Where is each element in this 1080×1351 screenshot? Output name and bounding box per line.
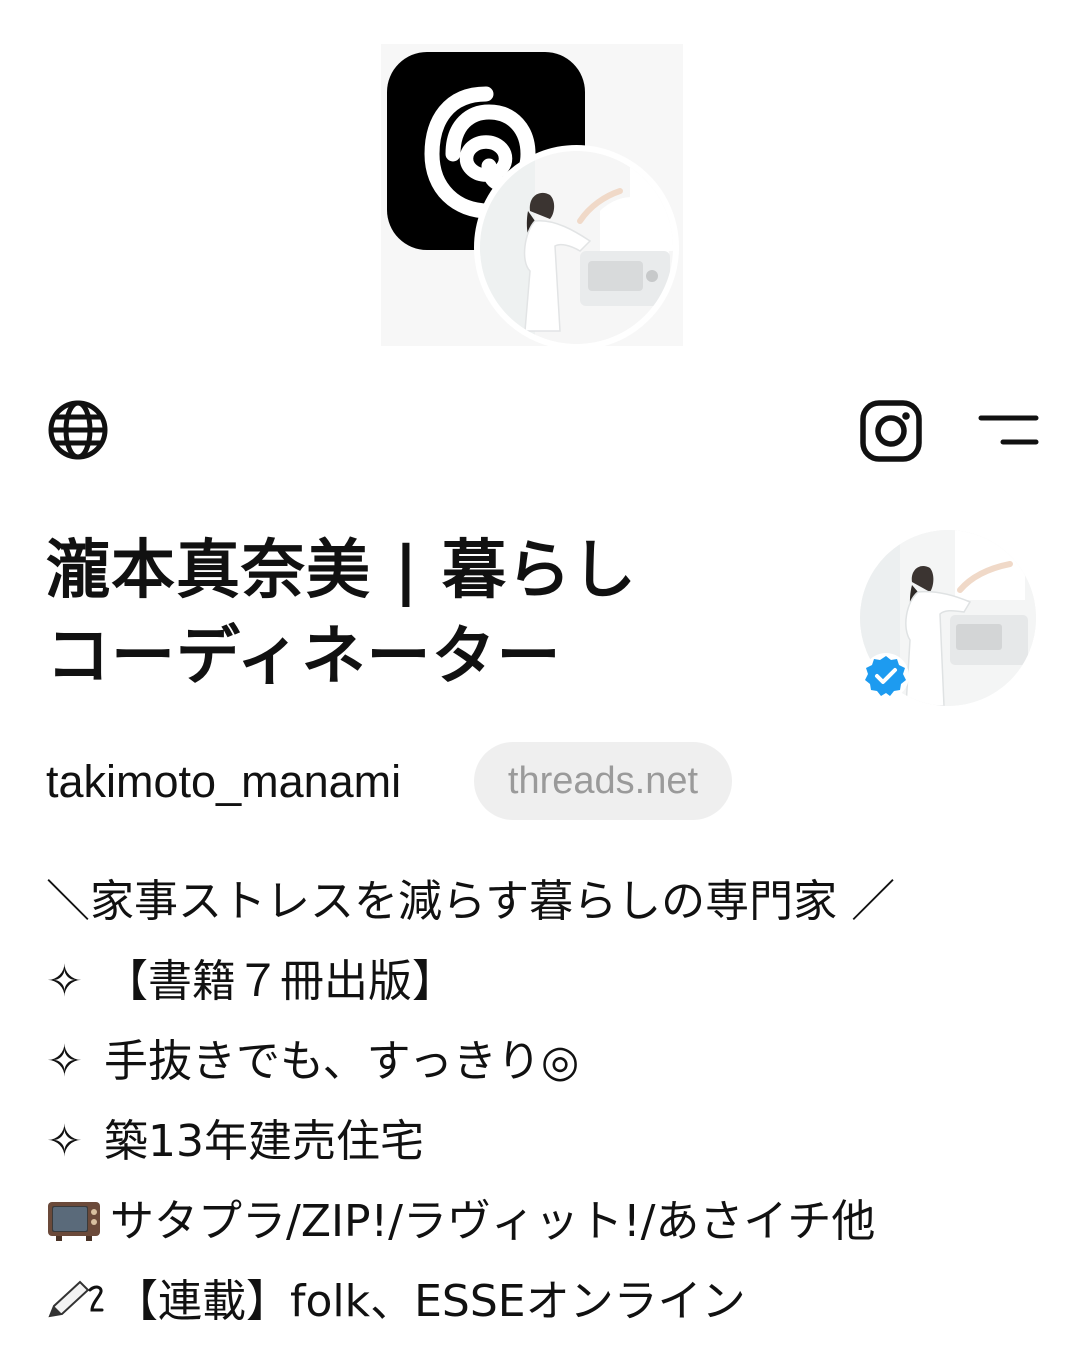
profile-display-name: 瀧本真奈美 | 暮らし コーディネーター [46, 534, 637, 694]
bio-line-6-text: 【連載】folk、ESSEオンライン [114, 1276, 746, 1327]
bio-line-2: ✧ 【書籍７冊出版】 [46, 952, 456, 1012]
domain-label: threads.net [507, 759, 699, 802]
television-emoji-icon [46, 1198, 102, 1242]
bio-line-1-text: ＼家事ストレスを減らす暮らしの専門家 ／ [46, 876, 896, 927]
globe-icon[interactable] [47, 399, 109, 461]
bio-line-6: 【連載】folk、ESSEオンライン [46, 1272, 746, 1332]
bio-line-4-text: 築13年建売住宅 [90, 1116, 424, 1167]
bio-line-5: サタプラ/ZIP!/ラヴィット!/あさイチ他 [46, 1192, 875, 1252]
instagram-icon[interactable] [860, 400, 922, 462]
bio-line-2-text: 【書籍７冊出版】 [90, 956, 456, 1007]
bio-line-3: ✧ 手抜きでも、すっきり◎ [46, 1032, 579, 1092]
username: takimoto_manami [46, 756, 402, 807]
bio-line-3-text: 手抜きでも、すっきり◎ [90, 1036, 580, 1087]
bio-line-1: ＼家事ストレスを減らす暮らしの専門家 ／ [46, 872, 895, 932]
verified-badge-icon [862, 652, 910, 700]
sparkle-icon: ✧ [46, 956, 83, 1007]
promo-profile-photo [474, 145, 679, 350]
domain-badge[interactable]: threads.net [474, 742, 732, 820]
bio-line-5-text: サタプラ/ZIP!/ラヴィット!/あさイチ他 [110, 1196, 876, 1247]
menu-icon[interactable] [978, 412, 1040, 450]
sparkle-icon: ✧ [46, 1116, 83, 1167]
pencil-emoji-icon [46, 1278, 106, 1322]
bio-line-4: ✧ 築13年建売住宅 [46, 1112, 424, 1172]
sparkle-icon: ✧ [46, 1036, 83, 1087]
